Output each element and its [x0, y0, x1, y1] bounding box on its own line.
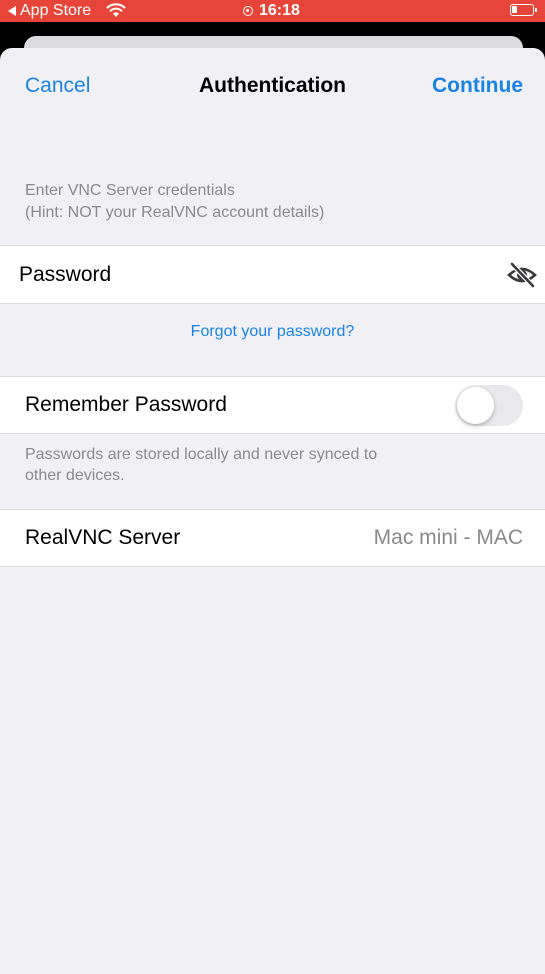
- server-name: Mac mini - MAC: [373, 526, 523, 549]
- footnote-line-1: Passwords are stored locally and never s…: [25, 446, 378, 463]
- remember-password-toggle[interactable]: [455, 385, 523, 426]
- forgot-password-link[interactable]: Forgot your password?: [0, 323, 545, 341]
- status-time: 16:18: [243, 0, 300, 22]
- password-field[interactable]: Password: [0, 245, 545, 304]
- footnote-line-2: other devices.: [25, 467, 125, 484]
- status-bar: App Store 16:18: [0, 0, 545, 22]
- back-to-app-store[interactable]: App Store: [8, 0, 91, 22]
- screen-recording-icon: [243, 6, 253, 16]
- storage-footnote: Passwords are stored locally and never s…: [25, 444, 445, 486]
- battery-icon: [510, 4, 537, 16]
- time-label: 16:18: [259, 2, 300, 19]
- server-row: RealVNC Server Mac mini - MAC: [0, 509, 545, 567]
- eye-slash-icon[interactable]: [507, 262, 537, 288]
- hint-line-2: (Hint: NOT your RealVNC account details): [25, 204, 325, 221]
- remember-password-row: Remember Password: [0, 376, 545, 434]
- remember-password-label: Remember Password: [25, 393, 227, 416]
- wifi-icon: [106, 3, 126, 17]
- continue-button[interactable]: Continue: [432, 74, 523, 98]
- toggle-knob: [457, 387, 494, 424]
- credentials-hint: Enter VNC Server credentials (Hint: NOT …: [25, 180, 324, 224]
- back-app-label: App Store: [20, 2, 92, 19]
- hint-line-1: Enter VNC Server credentials: [25, 182, 235, 199]
- server-label: RealVNC Server: [25, 526, 181, 549]
- password-placeholder: Password: [19, 262, 112, 286]
- back-arrow-icon: [8, 6, 16, 16]
